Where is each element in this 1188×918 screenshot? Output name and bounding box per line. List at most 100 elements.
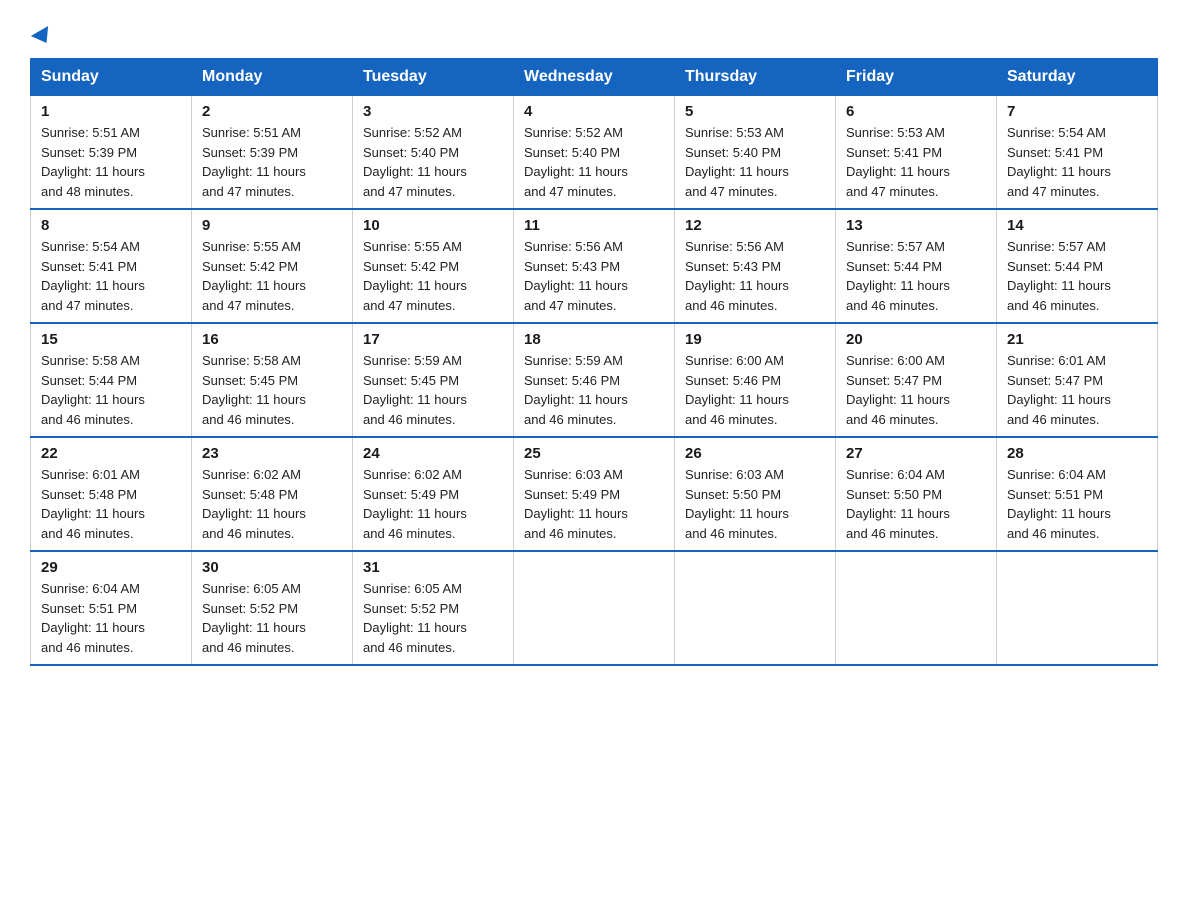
- day-number: 8: [41, 217, 181, 234]
- day-number: 22: [41, 445, 181, 462]
- day-info: Sunrise: 6:05 AMSunset: 5:52 PMDaylight:…: [202, 581, 306, 655]
- calendar-cell: 9 Sunrise: 5:55 AMSunset: 5:42 PMDayligh…: [192, 209, 353, 323]
- calendar-cell: 20 Sunrise: 6:00 AMSunset: 5:47 PMDaylig…: [836, 323, 997, 437]
- calendar-cell: 29 Sunrise: 6:04 AMSunset: 5:51 PMDaylig…: [31, 551, 192, 665]
- calendar-cell: 27 Sunrise: 6:04 AMSunset: 5:50 PMDaylig…: [836, 437, 997, 551]
- day-number: 4: [524, 103, 664, 120]
- calendar-week-row: 8 Sunrise: 5:54 AMSunset: 5:41 PMDayligh…: [31, 209, 1158, 323]
- calendar-cell: 4 Sunrise: 5:52 AMSunset: 5:40 PMDayligh…: [514, 96, 675, 210]
- calendar-cell: 8 Sunrise: 5:54 AMSunset: 5:41 PMDayligh…: [31, 209, 192, 323]
- day-number: 30: [202, 559, 342, 576]
- day-number: 13: [846, 217, 986, 234]
- day-info: Sunrise: 6:04 AMSunset: 5:51 PMDaylight:…: [41, 581, 145, 655]
- calendar-cell: 5 Sunrise: 5:53 AMSunset: 5:40 PMDayligh…: [675, 96, 836, 210]
- day-info: Sunrise: 6:00 AMSunset: 5:47 PMDaylight:…: [846, 353, 950, 427]
- calendar-cell: 17 Sunrise: 5:59 AMSunset: 5:45 PMDaylig…: [353, 323, 514, 437]
- calendar-cell: 16 Sunrise: 5:58 AMSunset: 5:45 PMDaylig…: [192, 323, 353, 437]
- day-info: Sunrise: 5:55 AMSunset: 5:42 PMDaylight:…: [363, 239, 467, 313]
- day-number: 20: [846, 331, 986, 348]
- calendar-cell: 11 Sunrise: 5:56 AMSunset: 5:43 PMDaylig…: [514, 209, 675, 323]
- day-info: Sunrise: 5:51 AMSunset: 5:39 PMDaylight:…: [202, 125, 306, 199]
- calendar-cell: 21 Sunrise: 6:01 AMSunset: 5:47 PMDaylig…: [997, 323, 1158, 437]
- day-info: Sunrise: 5:58 AMSunset: 5:45 PMDaylight:…: [202, 353, 306, 427]
- day-info: Sunrise: 6:01 AMSunset: 5:48 PMDaylight:…: [41, 467, 145, 541]
- day-number: 3: [363, 103, 503, 120]
- calendar-cell: 14 Sunrise: 5:57 AMSunset: 5:44 PMDaylig…: [997, 209, 1158, 323]
- day-info: Sunrise: 5:55 AMSunset: 5:42 PMDaylight:…: [202, 239, 306, 313]
- calendar-cell: 12 Sunrise: 5:56 AMSunset: 5:43 PMDaylig…: [675, 209, 836, 323]
- calendar-table: SundayMondayTuesdayWednesdayThursdayFrid…: [30, 58, 1158, 666]
- day-info: Sunrise: 5:52 AMSunset: 5:40 PMDaylight:…: [363, 125, 467, 199]
- day-info: Sunrise: 5:53 AMSunset: 5:41 PMDaylight:…: [846, 125, 950, 199]
- day-number: 6: [846, 103, 986, 120]
- day-number: 7: [1007, 103, 1147, 120]
- calendar-cell: 30 Sunrise: 6:05 AMSunset: 5:52 PMDaylig…: [192, 551, 353, 665]
- day-number: 27: [846, 445, 986, 462]
- page-header: [30, 20, 1158, 44]
- calendar-cell: [836, 551, 997, 665]
- day-info: Sunrise: 6:00 AMSunset: 5:46 PMDaylight:…: [685, 353, 789, 427]
- logo: [30, 20, 53, 44]
- logo-arrow-icon: [31, 26, 55, 48]
- day-info: Sunrise: 6:03 AMSunset: 5:49 PMDaylight:…: [524, 467, 628, 541]
- calendar-cell: 3 Sunrise: 5:52 AMSunset: 5:40 PMDayligh…: [353, 96, 514, 210]
- day-number: 24: [363, 445, 503, 462]
- day-info: Sunrise: 6:05 AMSunset: 5:52 PMDaylight:…: [363, 581, 467, 655]
- day-number: 12: [685, 217, 825, 234]
- calendar-cell: [514, 551, 675, 665]
- day-number: 2: [202, 103, 342, 120]
- header-saturday: Saturday: [997, 59, 1158, 96]
- calendar-cell: 18 Sunrise: 5:59 AMSunset: 5:46 PMDaylig…: [514, 323, 675, 437]
- day-number: 1: [41, 103, 181, 120]
- calendar-cell: 19 Sunrise: 6:00 AMSunset: 5:46 PMDaylig…: [675, 323, 836, 437]
- day-number: 23: [202, 445, 342, 462]
- calendar-cell: 24 Sunrise: 6:02 AMSunset: 5:49 PMDaylig…: [353, 437, 514, 551]
- calendar-cell: 25 Sunrise: 6:03 AMSunset: 5:49 PMDaylig…: [514, 437, 675, 551]
- day-number: 31: [363, 559, 503, 576]
- calendar-cell: 2 Sunrise: 5:51 AMSunset: 5:39 PMDayligh…: [192, 96, 353, 210]
- day-number: 25: [524, 445, 664, 462]
- day-number: 18: [524, 331, 664, 348]
- header-tuesday: Tuesday: [353, 59, 514, 96]
- day-number: 14: [1007, 217, 1147, 234]
- day-info: Sunrise: 5:57 AMSunset: 5:44 PMDaylight:…: [1007, 239, 1111, 313]
- calendar-week-row: 29 Sunrise: 6:04 AMSunset: 5:51 PMDaylig…: [31, 551, 1158, 665]
- day-info: Sunrise: 5:54 AMSunset: 5:41 PMDaylight:…: [41, 239, 145, 313]
- day-number: 17: [363, 331, 503, 348]
- calendar-week-row: 22 Sunrise: 6:01 AMSunset: 5:48 PMDaylig…: [31, 437, 1158, 551]
- day-info: Sunrise: 5:56 AMSunset: 5:43 PMDaylight:…: [524, 239, 628, 313]
- header-friday: Friday: [836, 59, 997, 96]
- day-info: Sunrise: 6:02 AMSunset: 5:49 PMDaylight:…: [363, 467, 467, 541]
- calendar-cell: [675, 551, 836, 665]
- day-info: Sunrise: 5:58 AMSunset: 5:44 PMDaylight:…: [41, 353, 145, 427]
- calendar-cell: 1 Sunrise: 5:51 AMSunset: 5:39 PMDayligh…: [31, 96, 192, 210]
- calendar-cell: 7 Sunrise: 5:54 AMSunset: 5:41 PMDayligh…: [997, 96, 1158, 210]
- day-number: 29: [41, 559, 181, 576]
- day-info: Sunrise: 5:57 AMSunset: 5:44 PMDaylight:…: [846, 239, 950, 313]
- calendar-cell: 31 Sunrise: 6:05 AMSunset: 5:52 PMDaylig…: [353, 551, 514, 665]
- calendar-cell: 28 Sunrise: 6:04 AMSunset: 5:51 PMDaylig…: [997, 437, 1158, 551]
- calendar-cell: 22 Sunrise: 6:01 AMSunset: 5:48 PMDaylig…: [31, 437, 192, 551]
- day-info: Sunrise: 5:59 AMSunset: 5:45 PMDaylight:…: [363, 353, 467, 427]
- day-number: 11: [524, 217, 664, 234]
- day-info: Sunrise: 5:59 AMSunset: 5:46 PMDaylight:…: [524, 353, 628, 427]
- calendar-cell: 10 Sunrise: 5:55 AMSunset: 5:42 PMDaylig…: [353, 209, 514, 323]
- calendar-cell: 23 Sunrise: 6:02 AMSunset: 5:48 PMDaylig…: [192, 437, 353, 551]
- day-info: Sunrise: 6:04 AMSunset: 5:50 PMDaylight:…: [846, 467, 950, 541]
- calendar-cell: 6 Sunrise: 5:53 AMSunset: 5:41 PMDayligh…: [836, 96, 997, 210]
- day-number: 5: [685, 103, 825, 120]
- day-info: Sunrise: 6:03 AMSunset: 5:50 PMDaylight:…: [685, 467, 789, 541]
- day-number: 9: [202, 217, 342, 234]
- calendar-cell: [997, 551, 1158, 665]
- day-number: 16: [202, 331, 342, 348]
- day-info: Sunrise: 5:54 AMSunset: 5:41 PMDaylight:…: [1007, 125, 1111, 199]
- calendar-cell: 15 Sunrise: 5:58 AMSunset: 5:44 PMDaylig…: [31, 323, 192, 437]
- day-info: Sunrise: 5:52 AMSunset: 5:40 PMDaylight:…: [524, 125, 628, 199]
- day-info: Sunrise: 5:51 AMSunset: 5:39 PMDaylight:…: [41, 125, 145, 199]
- day-number: 28: [1007, 445, 1147, 462]
- calendar-header-row: SundayMondayTuesdayWednesdayThursdayFrid…: [31, 59, 1158, 96]
- calendar-week-row: 1 Sunrise: 5:51 AMSunset: 5:39 PMDayligh…: [31, 96, 1158, 210]
- header-monday: Monday: [192, 59, 353, 96]
- day-number: 10: [363, 217, 503, 234]
- day-info: Sunrise: 6:01 AMSunset: 5:47 PMDaylight:…: [1007, 353, 1111, 427]
